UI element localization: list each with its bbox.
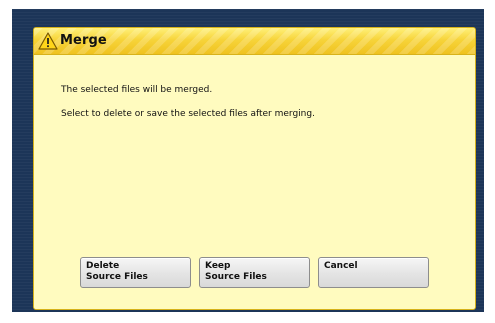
delete-button-label-line2: Source Files — [86, 272, 148, 282]
cancel-button[interactable]: Cancel — [318, 257, 429, 288]
merge-dialog: Merge The selected files will be merged.… — [33, 27, 476, 310]
keep-button-label-line2: Source Files — [205, 272, 267, 282]
keep-button-label-line1: Keep — [205, 261, 231, 271]
dialog-title: Merge — [60, 33, 107, 48]
dialog-titlebar: Merge — [34, 28, 475, 55]
keep-source-files-button[interactable]: Keep Source Files — [199, 257, 310, 288]
message-merged: The selected files will be merged. — [61, 85, 213, 95]
message-instruction: Select to delete or save the selected fi… — [61, 109, 315, 119]
delete-source-files-button[interactable]: Delete Source Files — [80, 257, 191, 288]
cancel-button-label: Cancel — [324, 261, 358, 271]
delete-button-label-line1: Delete — [86, 261, 120, 271]
warning-icon — [38, 32, 58, 50]
